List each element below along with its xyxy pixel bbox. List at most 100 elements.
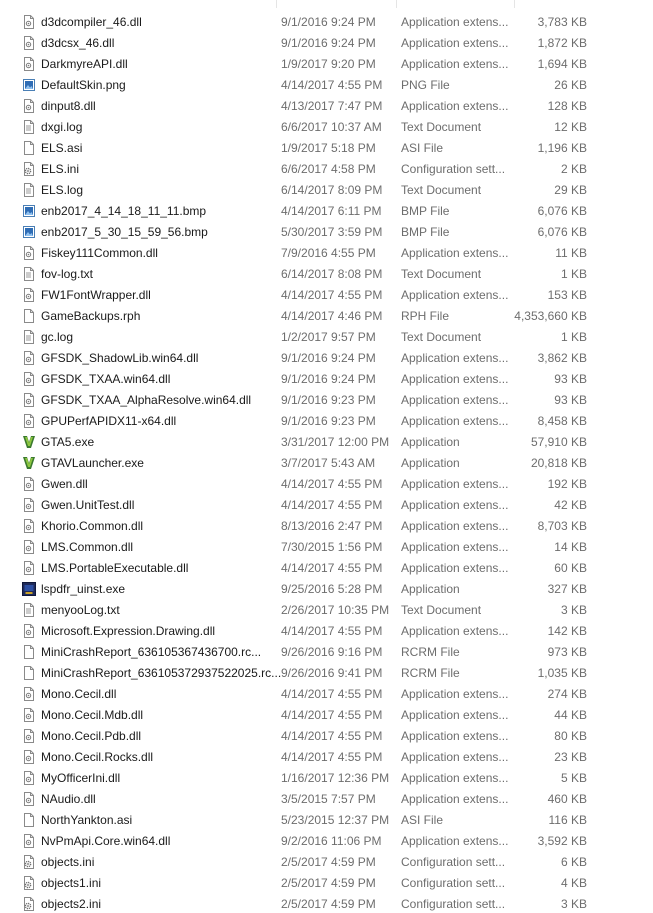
file-name: dxgi.log	[41, 120, 83, 134]
file-row[interactable]: DefaultSkin.png 4/14/2017 4:55 PM PNG File…	[0, 75, 653, 96]
file-type: BMP File	[401, 204, 450, 218]
file-name: MiniCrashReport_636105372937522025.rc...	[41, 666, 282, 680]
file-type: RPH File	[401, 309, 450, 323]
text-icon	[22, 120, 36, 134]
file-size: 4,353,660 KB	[514, 309, 587, 323]
file-type: Text Document	[401, 603, 482, 617]
file-date-modified: 9/1/2016 9:24 PM	[281, 372, 376, 386]
dll-icon	[22, 288, 36, 302]
file-type: Application extens...	[401, 792, 509, 806]
file-row[interactable]: gc.log 1/2/2017 9:57 PM Text Document 1 KB	[0, 327, 653, 348]
file-name: GameBackups.rph	[41, 309, 141, 323]
file-type: Application extens...	[401, 372, 509, 386]
file-date-modified: 9/25/2016 5:28 PM	[281, 582, 383, 596]
file-row[interactable]: d3dcsx_46.dll 9/1/2016 9:24 PM Application…	[0, 33, 653, 54]
file-type: Text Document	[401, 120, 482, 134]
file-icon	[22, 141, 36, 155]
file-row[interactable]: GTAVLauncher.exe 3/7/2017 5:43 AM Applicat…	[0, 453, 653, 474]
file-row[interactable]: GameBackups.rph 4/14/2017 4:46 PM RPH File…	[0, 306, 653, 327]
file-row[interactable]: Khorio.Common.dll 8/13/2016 2:47 PM Applic…	[0, 516, 653, 537]
file-row[interactable]: enb2017_4_14_18_11_11.bmp 4/14/2017 6:11 …	[0, 201, 653, 222]
file-list[interactable]: d3dcompiler_46.dll 9/1/2016 9:24 PM Applic…	[0, 0, 653, 913]
file-row[interactable]: LMS.Common.dll 7/30/2015 1:56 PM Applicati…	[0, 537, 653, 558]
dll-icon	[22, 708, 36, 722]
file-name: Mono.Cecil.Rocks.dll	[41, 750, 154, 764]
file-name: MiniCrashReport_636105367436700.rc...	[41, 645, 262, 659]
file-date-modified: 5/30/2017 3:59 PM	[281, 225, 383, 239]
file-row[interactable]: ELS.log 6/14/2017 8:09 PM Text Document 29 …	[0, 180, 653, 201]
file-row[interactable]: NvPmApi.Core.win64.dll 9/2/2016 11:06 PM A…	[0, 831, 653, 852]
file-size: 12 KB	[554, 120, 587, 134]
file-row[interactable]: Mono.Cecil.Pdb.dll 4/14/2017 4:55 PM Appli…	[0, 726, 653, 747]
file-date-modified: 9/2/2016 11:06 PM	[281, 834, 382, 848]
file-row[interactable]: Microsoft.Expression.Drawing.dll 4/14/201…	[0, 621, 653, 642]
dll-icon	[22, 393, 36, 407]
dll-icon	[22, 687, 36, 701]
file-size: 142 KB	[547, 624, 587, 638]
text-icon	[22, 183, 36, 197]
file-icon	[22, 813, 36, 827]
file-row[interactable]: d3dcompiler_46.dll 9/1/2016 9:24 PM Applic…	[0, 12, 653, 33]
file-row[interactable]: Gwen.dll 4/14/2017 4:55 PM Application ext…	[0, 474, 653, 495]
file-row[interactable]: NAudio.dll 3/5/2015 7:57 PM Application ex…	[0, 789, 653, 810]
file-date-modified: 7/30/2015 1:56 PM	[281, 540, 383, 554]
file-icon	[22, 309, 36, 323]
file-row[interactable]: dxgi.log 6/6/2017 10:37 AM Text Document 12…	[0, 117, 653, 138]
file-size: 1,872 KB	[537, 36, 587, 50]
file-row[interactable]: MyOfficerIni.dll 1/16/2017 12:36 PM Applic…	[0, 768, 653, 789]
file-size: 274 KB	[547, 687, 587, 701]
dll-icon	[22, 624, 36, 638]
file-name: MyOfficerIni.dll	[41, 771, 121, 785]
file-size: 3 KB	[560, 603, 587, 617]
column-separator	[514, 0, 515, 8]
file-row[interactable]: FW1FontWrapper.dll 4/14/2017 4:55 PM Appli…	[0, 285, 653, 306]
file-row[interactable]: DarkmyreAPI.dll 1/9/2017 9:20 PM Applicati…	[0, 54, 653, 75]
file-row[interactable]: dinput8.dll 4/13/2017 7:47 PM Application …	[0, 96, 653, 117]
file-row[interactable]: objects1.ini 2/5/2017 4:59 PM Configuratio…	[0, 873, 653, 894]
file-type: Application extens...	[401, 834, 509, 848]
file-type: Application extens...	[401, 519, 509, 533]
file-row[interactable]: ELS.ini 6/6/2017 4:58 PM Configuration set…	[0, 159, 653, 180]
file-row[interactable]: fov-log.txt 6/14/2017 8:08 PM Text Documen…	[0, 264, 653, 285]
file-size: 6,076 KB	[537, 204, 587, 218]
file-type: BMP File	[401, 225, 450, 239]
file-type: Configuration sett...	[401, 855, 506, 869]
file-type: Application extens...	[401, 540, 509, 554]
config-icon	[22, 162, 36, 176]
file-name: GFSDK_ShadowLib.win64.dll	[41, 351, 199, 365]
file-name: Gwen.UnitTest.dll	[41, 498, 135, 512]
file-row[interactable]: MiniCrashReport_636105372937522025.rc...…	[0, 663, 653, 684]
file-type: ASI File	[401, 813, 444, 827]
file-row[interactable]: Mono.Cecil.Mdb.dll 4/14/2017 4:55 PM Appli…	[0, 705, 653, 726]
file-date-modified: 1/9/2017 5:18 PM	[281, 141, 376, 155]
file-row[interactable]: MiniCrashReport_636105367436700.rc... 9/2…	[0, 642, 653, 663]
file-type: PNG File	[401, 78, 450, 92]
dll-icon	[22, 561, 36, 575]
file-row[interactable]: NorthYankton.asi 5/23/2015 12:37 PM ASI Fi…	[0, 810, 653, 831]
file-row[interactable]: menyooLog.txt 2/26/2017 10:35 PM Text Docu…	[0, 600, 653, 621]
file-date-modified: 4/14/2017 4:55 PM	[281, 561, 383, 575]
file-row[interactable]: GFSDK_TXAA_AlphaResolve.win64.dll 9/1/201…	[0, 390, 653, 411]
file-row[interactable]: enb2017_5_30_15_59_56.bmp 5/30/2017 3:59 …	[0, 222, 653, 243]
file-date-modified: 9/1/2016 9:24 PM	[281, 36, 376, 50]
file-row[interactable]: GPUPerfAPIDX11-x64.dll 9/1/2016 9:23 PM Ap…	[0, 411, 653, 432]
file-name: Khorio.Common.dll	[41, 519, 144, 533]
file-name: Mono.Cecil.Mdb.dll	[41, 708, 144, 722]
file-row[interactable]: GTA5.exe 3/31/2017 12:00 PM Application 57,…	[0, 432, 653, 453]
file-row[interactable]: GFSDK_ShadowLib.win64.dll 9/1/2016 9:24 P…	[0, 348, 653, 369]
file-row[interactable]: Mono.Cecil.Rocks.dll 4/14/2017 4:55 PM App…	[0, 747, 653, 768]
file-size: 8,458 KB	[537, 414, 587, 428]
file-row[interactable]: Gwen.UnitTest.dll 4/14/2017 4:55 PM Applic…	[0, 495, 653, 516]
file-type: Application	[401, 435, 460, 449]
file-row[interactable]: LMS.PortableExecutable.dll 4/14/2017 4:55…	[0, 558, 653, 579]
file-row[interactable]: lspdfr_uinst.exe 9/25/2016 5:28 PM Applica…	[0, 579, 653, 600]
file-name: DefaultSkin.png	[41, 78, 126, 92]
file-row[interactable]: objects2.ini 2/5/2017 4:59 PM Configuratio…	[0, 894, 653, 913]
file-row[interactable]: Fiskey111Common.dll 7/9/2016 4:55 PM Appli…	[0, 243, 653, 264]
file-row[interactable]: Mono.Cecil.dll 4/14/2017 4:55 PM Applicati…	[0, 684, 653, 705]
file-row[interactable]: objects.ini 2/5/2017 4:59 PM Configuration…	[0, 852, 653, 873]
file-row[interactable]: ELS.asi 1/9/2017 5:18 PM ASI File 1,196 KB	[0, 138, 653, 159]
file-row[interactable]: GFSDK_TXAA.win64.dll 9/1/2016 9:24 PM Appl…	[0, 369, 653, 390]
file-size: 153 KB	[547, 288, 587, 302]
file-date-modified: 2/26/2017 10:35 PM	[281, 603, 390, 617]
